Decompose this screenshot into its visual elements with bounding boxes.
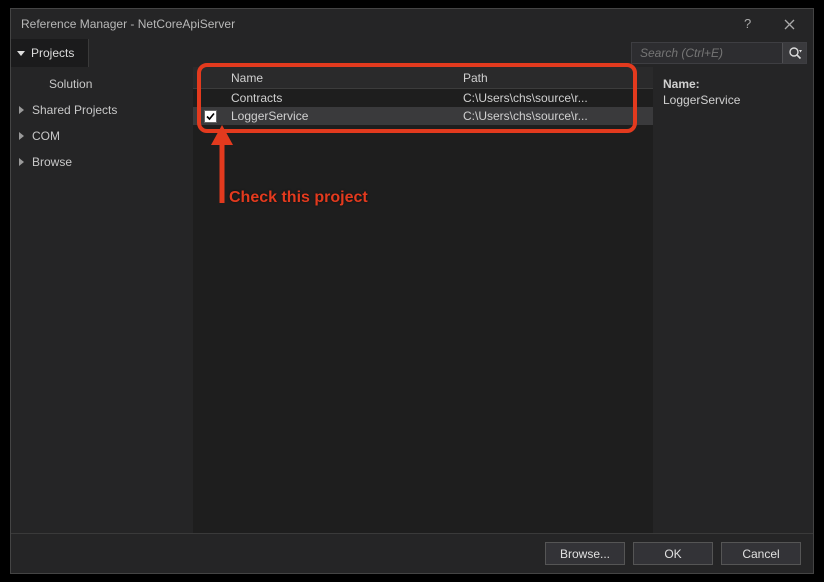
svg-text:?: ?: [744, 17, 751, 31]
chevron-right-icon: [19, 158, 24, 166]
search-box: [631, 42, 807, 64]
reference-manager-window: Reference Manager - NetCoreApiServer ? P…: [10, 8, 814, 574]
details-panel: Name: LoggerService: [653, 67, 813, 533]
details-name-label: Name:: [663, 77, 803, 91]
cell-name: LoggerService: [227, 109, 459, 123]
tab-projects[interactable]: Projects: [11, 39, 89, 67]
details-name-value: LoggerService: [663, 93, 803, 107]
sidebar-item-com[interactable]: COM: [11, 123, 193, 149]
table-row[interactable]: Contracts C:\Users\chs\source\r...: [193, 89, 653, 107]
tab-label: Projects: [31, 46, 74, 60]
annotation-text: Check this project: [229, 189, 368, 207]
chevron-down-icon: [17, 51, 25, 56]
sidebar-item-label: COM: [32, 129, 60, 143]
search-button[interactable]: [782, 43, 806, 63]
sidebar-item-shared-projects[interactable]: Shared Projects: [11, 97, 193, 123]
ok-button[interactable]: OK: [633, 542, 713, 565]
checkmark-icon: [205, 111, 216, 122]
sidebar: Solution Shared Projects COM Browse: [11, 67, 193, 533]
sidebar-item-label: Shared Projects: [32, 103, 117, 117]
cell-name: Contracts: [227, 91, 459, 105]
sidebar-item-label: Browse: [32, 155, 72, 169]
help-button[interactable]: ?: [729, 10, 769, 38]
titlebar: Reference Manager - NetCoreApiServer ?: [11, 9, 813, 39]
chevron-right-icon: [19, 106, 24, 114]
project-list: Name Path Contracts C:\Users\chs\source\…: [193, 67, 653, 533]
search-icon: [788, 46, 802, 60]
column-header-path[interactable]: Path: [459, 71, 653, 85]
annotation-arrow-icon: [207, 125, 237, 203]
sidebar-item-label: Solution: [49, 77, 92, 91]
browse-button[interactable]: Browse...: [545, 542, 625, 565]
footer: Browse... OK Cancel: [11, 533, 813, 573]
checkbox[interactable]: [204, 110, 217, 123]
table-header: Name Path: [193, 67, 653, 89]
cell-path: C:\Users\chs\source\r...: [459, 109, 653, 123]
sidebar-item-browse[interactable]: Browse: [11, 149, 193, 175]
cancel-button[interactable]: Cancel: [721, 542, 801, 565]
cell-path: C:\Users\chs\source\r...: [459, 91, 653, 105]
search-input[interactable]: [632, 43, 782, 63]
sidebar-item-solution[interactable]: Solution: [11, 71, 193, 97]
table-row[interactable]: LoggerService C:\Users\chs\source\r...: [193, 107, 653, 125]
chevron-right-icon: [19, 132, 24, 140]
close-button[interactable]: [769, 10, 809, 38]
window-title: Reference Manager - NetCoreApiServer: [21, 17, 729, 31]
topbar: Projects: [11, 39, 813, 67]
column-header-name[interactable]: Name: [227, 71, 459, 85]
body: Solution Shared Projects COM Browse Name…: [11, 67, 813, 533]
